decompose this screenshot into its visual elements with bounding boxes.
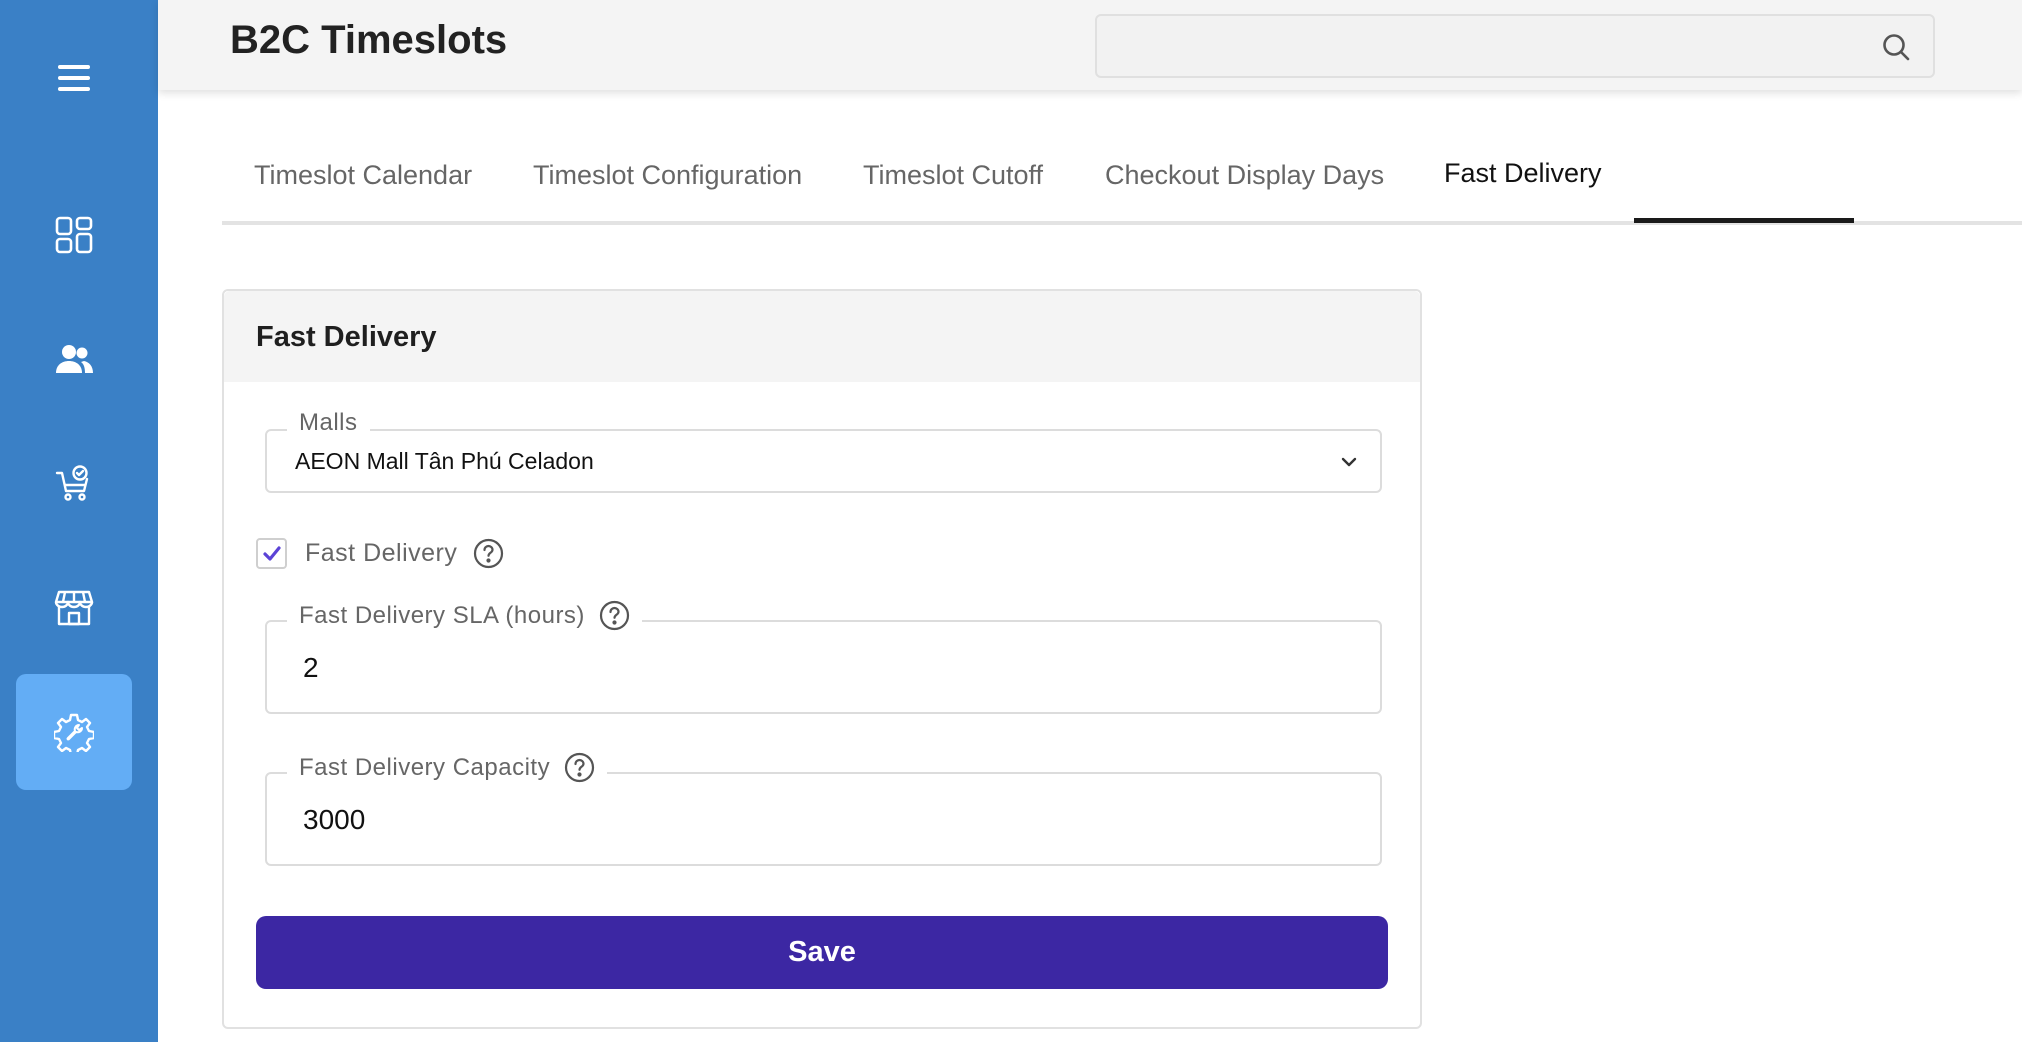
check-icon xyxy=(262,545,281,561)
fast-delivery-checkbox[interactable] xyxy=(256,538,287,569)
sla-value: 2 xyxy=(303,652,319,683)
sla-field[interactable]: Fast Delivery SLA (hours) 2 xyxy=(265,600,1382,714)
malls-selected-value: AEON Mall Tân Phú Celadon xyxy=(295,448,594,474)
page-title: B2C Timeslots xyxy=(230,18,508,62)
sidebar-item-orders[interactable] xyxy=(16,426,132,542)
sla-label: Fast Delivery SLA (hours) xyxy=(287,600,642,631)
malls-label: Malls xyxy=(287,409,370,437)
dashboard-icon xyxy=(55,216,93,254)
capacity-label: Fast Delivery Capacity xyxy=(287,752,608,783)
header: B2C Timeslots xyxy=(158,0,2022,90)
malls-select[interactable]: Malls AEON Mall Tân Phú Celadon xyxy=(265,409,1382,493)
tab-timeslot-calendar[interactable]: Timeslot Calendar xyxy=(254,160,472,191)
help-icon[interactable] xyxy=(473,538,504,569)
capacity-label-text: Fast Delivery Capacity xyxy=(299,753,551,781)
sidebar-item-settings[interactable] xyxy=(16,674,132,790)
sla-label-text: Fast Delivery SLA (hours) xyxy=(299,601,585,629)
menu-icon xyxy=(58,65,90,91)
sidebar-item-users[interactable] xyxy=(16,302,132,418)
tab-bar: Timeslot Calendar Timeslot Configuration… xyxy=(222,120,2022,225)
settings-icon xyxy=(54,713,94,752)
search-input[interactable] xyxy=(1097,16,1933,76)
chevron-down-icon xyxy=(1341,457,1357,467)
menu-button[interactable] xyxy=(16,20,132,136)
cart-check-icon xyxy=(55,465,89,501)
sidebar-item-dashboard[interactable] xyxy=(16,177,132,293)
card-title: Fast Delivery xyxy=(256,321,437,353)
users-icon xyxy=(56,345,93,373)
search-box xyxy=(1095,14,1935,78)
fast-delivery-card: Fast Delivery Malls AEON Mall Tân Phú Ce… xyxy=(222,289,1422,1029)
search-icon[interactable] xyxy=(1881,32,1911,62)
capacity-value: 3000 xyxy=(303,804,366,835)
sidebar-item-stores[interactable] xyxy=(16,550,132,666)
help-icon[interactable] xyxy=(564,752,595,783)
fast-delivery-checkbox-label: Fast Delivery xyxy=(305,539,458,567)
tab-fast-delivery[interactable]: Fast Delivery xyxy=(1444,158,1602,189)
save-button[interactable]: Save xyxy=(256,916,1388,989)
tab-timeslot-configuration[interactable]: Timeslot Configuration xyxy=(533,160,802,191)
malls-label-text: Malls xyxy=(299,409,358,436)
tab-timeslot-cutoff[interactable]: Timeslot Cutoff xyxy=(863,160,1043,191)
store-icon xyxy=(54,590,94,626)
help-icon[interactable] xyxy=(599,600,630,631)
card-header: Fast Delivery xyxy=(224,291,1420,382)
tab-checkout-display-days[interactable]: Checkout Display Days xyxy=(1105,160,1384,191)
capacity-field[interactable]: Fast Delivery Capacity 3000 xyxy=(265,752,1382,866)
active-tab-indicator xyxy=(1634,218,1854,223)
sidebar xyxy=(0,0,158,1042)
fast-delivery-toggle-row: Fast Delivery xyxy=(256,538,504,569)
